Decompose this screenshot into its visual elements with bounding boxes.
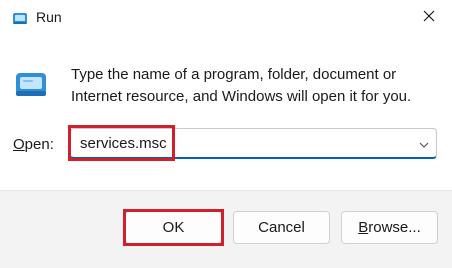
close-button[interactable] [406, 0, 452, 36]
instruction-text: Type the name of a program, folder, docu… [71, 66, 412, 105]
open-label-access-key: O [13, 136, 25, 153]
open-label: Open: [13, 136, 54, 153]
ok-highlight-box [123, 209, 224, 246]
open-label-rest: pen: [24, 136, 54, 153]
title-bar: Run [0, 0, 452, 36]
browse-access-key: B [358, 219, 369, 236]
input-highlight-box [68, 125, 175, 161]
chevron-down-icon[interactable] [418, 138, 430, 150]
run-app-icon [12, 10, 28, 26]
browse-button[interactable]: Browse... [341, 211, 438, 244]
close-icon [423, 9, 435, 27]
cancel-button[interactable]: Cancel [233, 211, 330, 244]
run-dialog: Run Type the name of a program, folder, … [0, 0, 452, 268]
window-title: Run [36, 9, 62, 25]
run-app-icon [14, 67, 48, 101]
browse-label-rest: rowse... [368, 219, 421, 236]
